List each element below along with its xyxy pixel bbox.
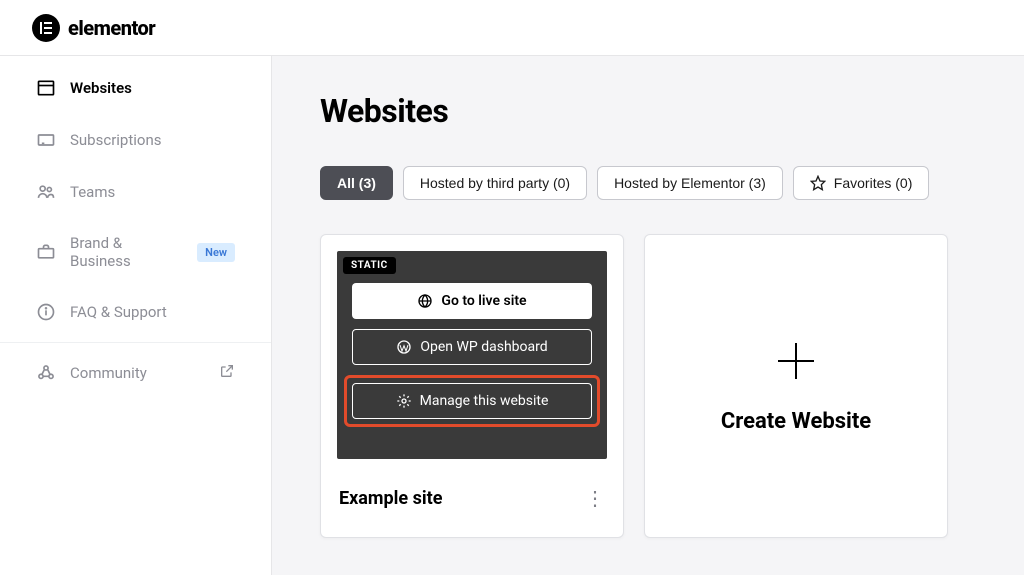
wordpress-icon: [396, 339, 412, 355]
briefcase-icon: [36, 242, 56, 262]
external-link-icon: [219, 363, 235, 383]
sidebar-item-teams[interactable]: Teams: [0, 166, 271, 218]
logo-mark-icon: [32, 14, 60, 42]
community-icon: [36, 363, 56, 383]
sidebar-item-faq[interactable]: FAQ & Support: [0, 286, 271, 338]
browser-icon: [36, 78, 56, 98]
sidebar-item-subscriptions[interactable]: Subscriptions: [0, 114, 271, 166]
button-label: Open WP dashboard: [420, 339, 547, 355]
highlighted-action: Manage this website: [344, 375, 600, 427]
logo-text: elementor: [68, 16, 155, 40]
filter-label: Hosted by third party (0): [420, 175, 570, 191]
create-website-card[interactable]: Create Website: [644, 234, 948, 538]
sidebar: Websites Subscriptions Teams Brand & Bus…: [0, 56, 272, 575]
gear-icon: [396, 393, 412, 409]
sidebar-item-websites[interactable]: Websites: [0, 62, 271, 114]
sidebar-item-label: Websites: [70, 79, 132, 97]
plus-icon: [774, 339, 818, 383]
sidebar-item-community[interactable]: Community: [0, 347, 271, 399]
filter-third-party[interactable]: Hosted by third party (0): [403, 166, 587, 200]
sidebar-item-label: FAQ & Support: [70, 303, 167, 321]
card-title: Example site: [339, 488, 442, 509]
sidebar-item-brand-business[interactable]: Brand & Business New: [0, 218, 271, 286]
manage-website-button[interactable]: Manage this website: [352, 383, 592, 419]
button-label: Manage this website: [420, 393, 549, 409]
filter-all[interactable]: All (3): [320, 166, 393, 200]
filter-label: Hosted by Elementor (3): [614, 175, 766, 191]
sidebar-item-label: Teams: [70, 183, 115, 201]
cards-grid: STATIC Go to live site Open WP dashboard…: [320, 234, 976, 538]
button-label: Go to live site: [441, 293, 526, 309]
card-preview: STATIC Go to live site Open WP dashboard…: [337, 251, 607, 459]
filter-elementor[interactable]: Hosted by Elementor (3): [597, 166, 783, 200]
open-wp-dashboard-button[interactable]: Open WP dashboard: [352, 329, 592, 365]
filter-bar: All (3) Hosted by third party (0) Hosted…: [320, 166, 976, 200]
sidebar-divider: [0, 342, 271, 343]
main-content: Websites All (3) Hosted by third party (…: [272, 56, 1024, 575]
globe-icon: [417, 293, 433, 309]
people-icon: [36, 182, 56, 202]
create-label: Create Website: [721, 409, 871, 434]
website-card: STATIC Go to live site Open WP dashboard…: [320, 234, 624, 538]
app-header: elementor: [0, 0, 1024, 56]
card-icon: [36, 130, 56, 150]
filter-label: Favorites (0): [834, 175, 913, 191]
go-to-live-site-button[interactable]: Go to live site: [352, 283, 592, 319]
info-icon: [36, 302, 56, 322]
filter-favorites[interactable]: Favorites (0): [793, 166, 930, 200]
brand-logo[interactable]: elementor: [32, 14, 155, 42]
sidebar-item-label: Subscriptions: [70, 131, 161, 149]
new-badge: New: [197, 243, 235, 262]
sidebar-item-label: Community: [70, 364, 147, 382]
sidebar-item-label: Brand & Business: [70, 234, 183, 270]
card-menu-button[interactable]: ⋮: [585, 488, 605, 508]
card-footer: Example site ⋮: [321, 459, 623, 537]
page-title: Websites: [320, 92, 976, 130]
static-tag: STATIC: [343, 257, 396, 274]
star-icon: [810, 175, 826, 191]
filter-label: All (3): [337, 175, 376, 191]
